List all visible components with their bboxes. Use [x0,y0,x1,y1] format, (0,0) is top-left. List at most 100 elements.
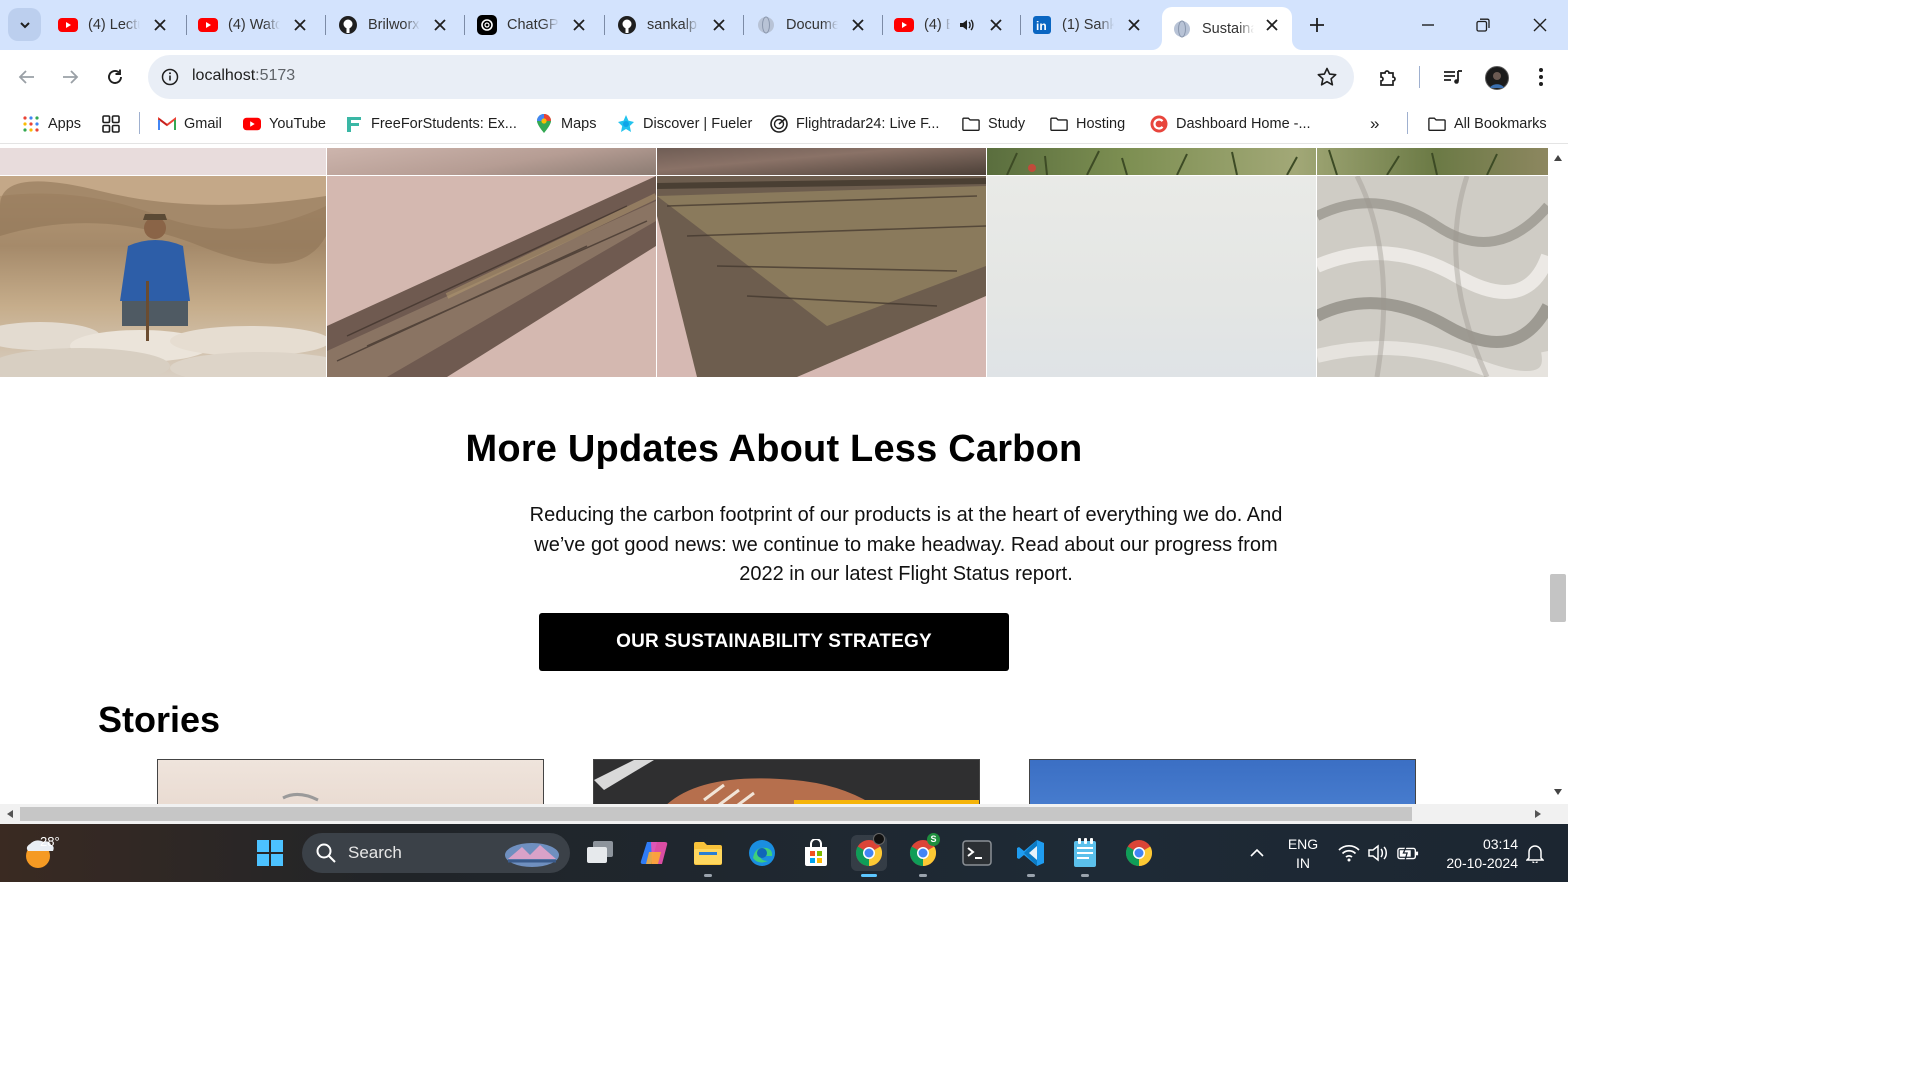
copilot-icon [640,842,668,864]
tab-youtube-audio[interactable]: (4) E [884,8,1016,42]
tab-sustainability-active[interactable]: Sustaina [1162,7,1292,50]
close-icon [1533,18,1547,32]
bookmark-youtube[interactable]: YouTube [243,112,326,136]
profile-avatar[interactable] [1485,66,1509,90]
vertical-scrollbar[interactable] [1548,148,1568,804]
start-button[interactable] [252,835,288,871]
wifi-icon[interactable] [1338,842,1360,864]
minimize-button[interactable] [1413,10,1443,40]
extensions-button[interactable] [1375,64,1401,90]
close-icon[interactable] [150,15,170,35]
pale-fabric-photo [987,176,1316,377]
bookmark-fueler[interactable]: Discover | Fueler [617,112,752,136]
horizontal-scroll-thumb[interactable] [20,807,1412,821]
toolbar-divider [1419,66,1420,88]
tab-chatgpt[interactable]: ChatGPT [467,8,599,42]
folder-icon [694,842,722,865]
task-view-icon [587,841,613,863]
tab-title: (4) E [924,17,950,33]
address-bar[interactable]: localhost:5173 [148,55,1354,99]
bookmark-maps[interactable]: Maps [535,112,596,136]
tab-linkedin[interactable]: in (1) Sank [1022,8,1154,42]
site-info-icon[interactable] [158,65,182,89]
chrome-menu-button[interactable] [1528,64,1554,90]
chrome-profile-s-button[interactable]: S [905,833,941,877]
back-button[interactable] [12,62,42,92]
story-card[interactable] [157,759,544,804]
file-explorer-button[interactable] [690,835,726,877]
bookmark-folder-study[interactable]: Study [962,112,1025,136]
bookmark-freeforstudents[interactable]: FreeForStudents: Ex... [345,112,517,136]
bookmark-gmail[interactable]: Gmail [158,112,222,136]
scroll-down-arrow-icon[interactable] [1552,786,1564,798]
language-indicator[interactable]: ENG IN [1284,835,1322,873]
all-bookmarks-button[interactable]: All Bookmarks [1428,112,1547,136]
notifications-bell-icon[interactable] [1524,842,1546,864]
terminal-button[interactable] [959,835,995,871]
vscode-icon [1017,840,1044,866]
taskbar-search[interactable]: Search [302,833,570,873]
task-view-button[interactable] [582,835,618,871]
arrow-left-icon [18,70,34,84]
chrome-pinned-button[interactable] [1121,835,1157,871]
bookmark-tab-groups[interactable] [102,112,128,136]
forward-button[interactable] [55,62,85,92]
close-icon[interactable] [986,15,1006,35]
clock[interactable]: 03:14 20-10-2024 [1432,835,1518,873]
profile-badge-icon [873,833,885,845]
close-icon[interactable] [1124,15,1144,35]
wool-fiber-photo [1317,176,1548,377]
vscode-button[interactable] [1013,835,1049,877]
close-icon[interactable] [848,15,868,35]
tab-search-button[interactable] [8,8,41,41]
tab-sankalp-github[interactable]: sankalp [607,8,739,42]
keyboard-region: IN [1296,855,1310,871]
reload-button[interactable] [100,62,130,92]
bookmark-flightradar[interactable]: Flightradar24: Live F... [770,112,939,136]
copilot-button[interactable] [636,835,672,871]
chevron-up-icon [1250,848,1264,857]
tab-document[interactable]: Docume [746,8,878,42]
restore-button[interactable] [1468,10,1498,40]
battery-icon[interactable] [1397,842,1419,864]
new-tab-button[interactable] [1304,12,1330,38]
chrome-icon [1125,840,1153,867]
chrome-button-active[interactable] [851,833,887,877]
bookmark-label: FreeForStudents: Ex... [371,116,517,132]
scroll-up-arrow-icon[interactable] [1552,152,1564,164]
story-card[interactable] [593,759,980,804]
show-hidden-icons-button[interactable] [1246,842,1268,864]
close-icon[interactable] [430,15,450,35]
microsoft-store-button[interactable] [798,835,834,871]
speaker-icon[interactable] [958,16,976,34]
bookmark-star-icon[interactable] [1316,66,1338,88]
maps-pin-icon [535,114,553,133]
bookmark-label: Study [988,116,1026,132]
close-window-button[interactable] [1525,10,1555,40]
scroll-left-arrow-icon[interactable] [4,808,16,820]
edge-button[interactable] [744,835,780,871]
wood-texture-photo [327,176,656,377]
tab-watch[interactable]: (4) Watc [188,8,320,42]
story-card[interactable] [1029,759,1416,804]
notepad-button[interactable] [1067,835,1103,877]
close-icon[interactable] [709,15,729,35]
minimize-icon [1422,24,1434,26]
close-icon[interactable] [290,15,310,35]
bookmark-folder-hosting[interactable]: Hosting [1050,112,1125,136]
tab-lecture[interactable]: (4) Lectu [48,8,180,42]
vertical-scroll-thumb[interactable] [1550,574,1566,622]
volume-icon[interactable] [1367,842,1389,864]
sustainability-strategy-button[interactable]: OUR SUSTAINABILITY STRATEGY [539,613,1009,671]
more-bookmarks-button[interactable]: » [1370,112,1379,136]
profile-badge-icon: S [927,833,940,846]
shepherd-photo [0,176,326,377]
scroll-right-arrow-icon[interactable] [1532,808,1544,820]
media-control-button[interactable] [1440,64,1466,90]
close-icon[interactable] [1262,15,1282,35]
bookmark-apps[interactable]: Apps [22,112,81,136]
close-icon[interactable] [569,15,589,35]
tab-brilworx[interactable]: Brilworx [328,8,460,42]
url-text[interactable]: localhost:5173 [192,67,295,85]
bookmark-dashboard[interactable]: Dashboard Home -... [1150,112,1311,136]
